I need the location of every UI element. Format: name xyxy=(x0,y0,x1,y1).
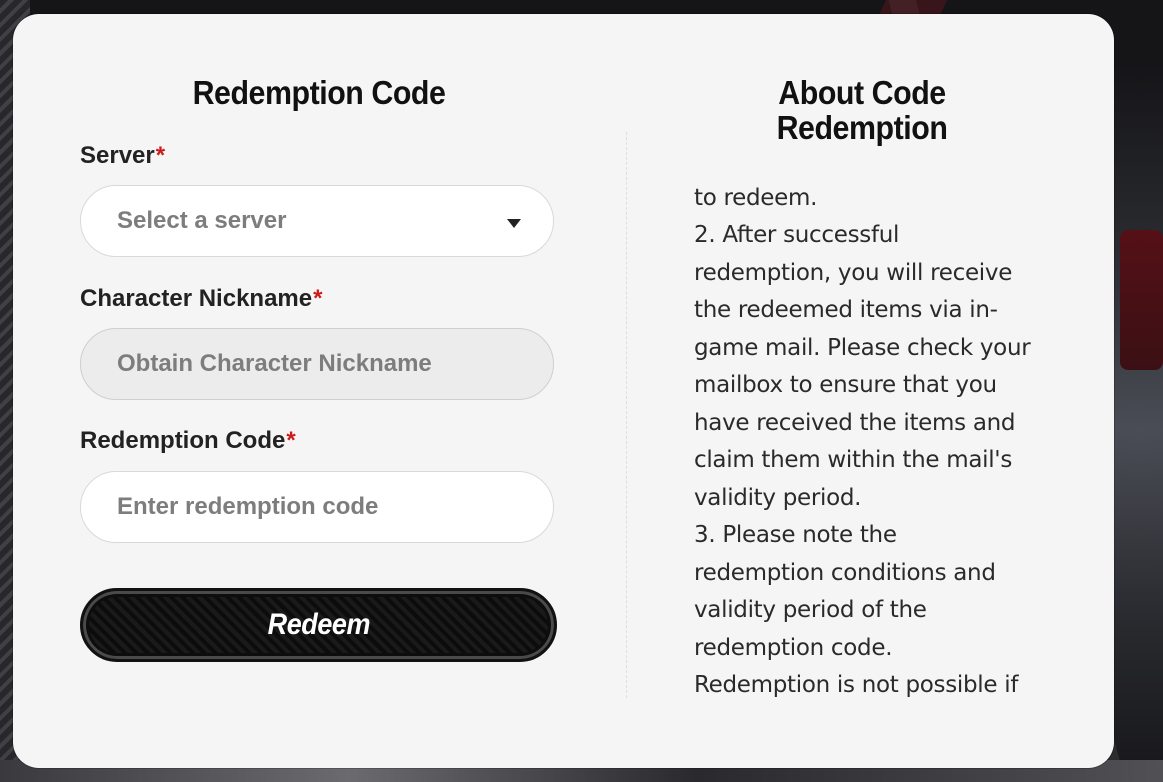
redeem-button[interactable]: Redeem xyxy=(80,588,557,662)
nickname-label: Character Nickname* xyxy=(80,285,322,313)
required-mark: * xyxy=(286,427,296,454)
about-paragraph: 2. After successful redemption, you will… xyxy=(694,222,1031,511)
about-title: About Code Redemption xyxy=(776,74,948,146)
server-select-placeholder: Select a server xyxy=(117,207,287,234)
nickname-label-text: Character Nickname xyxy=(80,285,313,312)
about-scroll-area[interactable]: Otherwise, you will be unable to redeem.… xyxy=(694,172,1039,697)
redemption-code-input[interactable]: Enter redemption code xyxy=(80,471,554,543)
about-paragraph: Otherwise, you will be unable to redeem. xyxy=(694,172,1026,211)
nickname-field[interactable]: Obtain Character Nickname xyxy=(80,328,554,400)
background-accent xyxy=(1120,230,1163,370)
code-label: Redemption Code* xyxy=(80,427,296,455)
code-label-text: Redemption Code xyxy=(80,427,286,454)
about-paragraph: 3. Please note the redemption conditions… xyxy=(694,522,1019,697)
column-divider xyxy=(626,132,627,698)
server-label: Server* xyxy=(80,142,165,170)
server-label-text: Server xyxy=(80,142,155,169)
nickname-field-placeholder: Obtain Character Nickname xyxy=(117,350,432,377)
redemption-code-placeholder: Enter redemption code xyxy=(117,493,379,520)
server-select[interactable]: Select a server xyxy=(80,185,554,257)
about-text: Otherwise, you will be unable to redeem.… xyxy=(694,172,1032,697)
required-mark: * xyxy=(155,142,166,169)
redemption-dialog: Redemption Code Server* Select a server … xyxy=(13,14,1114,768)
form-title: Redemption Code xyxy=(192,74,446,111)
required-mark: * xyxy=(313,285,323,312)
redeem-button-label: Redeem xyxy=(267,608,370,641)
triangle-down-icon[interactable] xyxy=(507,219,521,228)
